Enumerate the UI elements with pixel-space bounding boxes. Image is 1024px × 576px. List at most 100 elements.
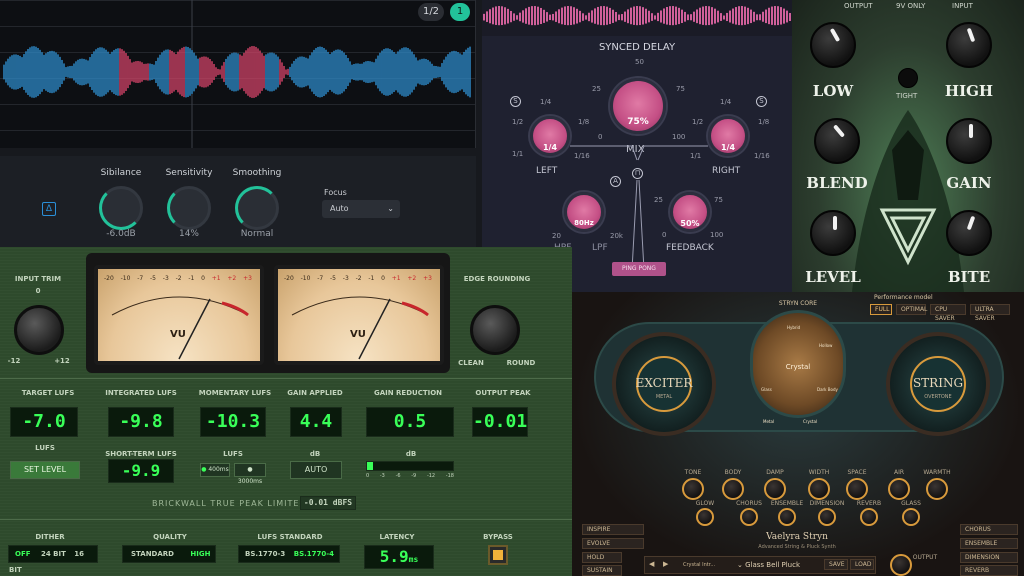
dimension-toggle[interactable]: DIMENSION <box>960 552 1018 563</box>
stryn-fx-label: DIMENSION <box>809 500 845 507</box>
stryn-fx-knob-1[interactable] <box>740 508 758 526</box>
stryn-knob-5[interactable] <box>888 478 910 500</box>
dither-off-option[interactable]: OFF <box>15 550 31 558</box>
bs1770-4-option[interactable]: BS.1770-4 <box>294 550 334 558</box>
brickwall-title: BRICKWALL TRUE PEAK LIMITER <box>152 499 306 508</box>
bs1770-3-option[interactable]: BS.1770-3 <box>245 550 285 558</box>
save-button[interactable]: SAVE <box>824 559 848 570</box>
edge-round-label: ROUND <box>506 359 536 367</box>
ensemble-toggle[interactable]: ENSEMBLE <box>960 538 1018 549</box>
auto-gain-button[interactable]: AUTO <box>290 461 342 479</box>
stryn-core-label: STRYN CORE <box>778 300 818 307</box>
performance-model-label: Performance model <box>874 294 933 301</box>
bite-knob[interactable] <box>946 210 992 256</box>
output-peak-display: -0.01 <box>472 407 528 437</box>
gr-tick: -12 <box>426 473 436 479</box>
delta-listen-icon[interactable]: Δ <box>42 202 56 216</box>
perf-optimal-button[interactable]: OPTIMAL <box>896 304 927 315</box>
exciter-dial[interactable]: EXCITER METAL <box>612 332 716 436</box>
reverb-toggle[interactable]: REVERB <box>960 565 1018 576</box>
preset-name: Glass Bell Pluck <box>745 561 800 569</box>
edge-rounding-label: EDGE ROUNDING <box>463 275 531 283</box>
core-point-label: Hybrid <box>787 325 801 330</box>
stryn-knob-6[interactable] <box>926 478 948 500</box>
smoothing-value: Normal <box>240 229 274 239</box>
vu-tick: -1 <box>368 275 375 282</box>
next-preset-icon[interactable]: ▶ <box>663 560 668 568</box>
dither-24-option[interactable]: 24 BIT <box>41 550 66 558</box>
quality-high-option[interactable]: HIGH <box>190 550 210 558</box>
stryn-knob-0[interactable] <box>682 478 704 500</box>
target-lufs-unit: LUFS <box>35 444 55 452</box>
sibilance-knob[interactable] <box>99 186 143 230</box>
target-lufs-label: TARGET LUFS <box>21 389 75 397</box>
bypass-button[interactable] <box>488 545 508 565</box>
feedback-knob[interactable]: 50% <box>670 192 710 232</box>
output-label: OUTPUT <box>912 554 938 561</box>
stryn-knob-4[interactable] <box>846 478 868 500</box>
feedback-max: 100 <box>710 231 724 239</box>
window-3000-button[interactable]: ● 3000ms <box>234 463 266 485</box>
lpf-auto-badge[interactable]: A <box>610 176 621 187</box>
feedback-label: FEEDBACK <box>666 243 714 253</box>
hold-button[interactable]: HOLD <box>582 552 622 563</box>
stryn-core-dial[interactable]: Crystal Hybrid Glass Hollow Dark Body Me… <box>750 310 846 424</box>
sensitivity-knob[interactable] <box>167 186 211 230</box>
stryn-knob-3[interactable] <box>808 478 830 500</box>
edge-rounding-knob[interactable] <box>470 305 520 355</box>
quality-selector[interactable]: STANDARD HIGH <box>122 545 216 563</box>
ping-pong-button[interactable]: PING PONG <box>612 262 666 276</box>
tight-switch[interactable] <box>898 68 918 88</box>
blend-knob[interactable] <box>814 118 860 164</box>
high-knob[interactable] <box>946 22 992 68</box>
page-one-button[interactable]: 1 <box>450 3 470 21</box>
output-knob[interactable] <box>890 554 912 576</box>
stryn-knob-1[interactable] <box>722 478 744 500</box>
dither-selector[interactable]: OFF 24 BIT 16 BIT <box>8 545 98 574</box>
vu-tick: -20 <box>284 275 294 282</box>
vu-tick: -3 <box>342 275 349 282</box>
chevron-down-icon: ⌄ <box>387 204 394 213</box>
level-knob[interactable] <box>810 210 856 256</box>
stryn-fx-knob-3[interactable] <box>818 508 836 526</box>
vu-tick: -10 <box>300 275 311 282</box>
low-knob[interactable] <box>810 22 856 68</box>
smoothing-knob[interactable] <box>235 186 279 230</box>
gain-applied-display: 4.4 <box>290 407 342 437</box>
gain-knob[interactable] <box>946 118 992 164</box>
preset-category[interactable]: Crystal Intr... <box>683 562 715 568</box>
lufs-standard-selector[interactable]: BS.1770-3 BS.1770-4 <box>238 545 340 563</box>
page-indicator-button[interactable]: 1/2 <box>418 3 444 21</box>
string-dial[interactable]: STRING OVERTONE <box>886 332 990 436</box>
stryn-fx-knob-5[interactable] <box>902 508 920 526</box>
input-trim-knob[interactable] <box>14 305 64 355</box>
gr-fill <box>367 462 373 470</box>
target-lufs-display[interactable]: -7.0 <box>10 407 78 437</box>
perf-ultra-saver-button[interactable]: ULTRA SAVER <box>970 304 1010 322</box>
stryn-fx-knob-2[interactable] <box>778 508 796 526</box>
integrated-lufs-display: -9.8 <box>108 407 174 437</box>
chorus-toggle[interactable]: CHORUS <box>960 524 1018 535</box>
load-button[interactable]: LOAD <box>850 559 874 570</box>
stryn-knob-2[interactable] <box>764 478 786 500</box>
window-400-button[interactable]: ● 400ms <box>200 463 230 477</box>
prev-preset-icon[interactable]: ◀ <box>649 560 654 568</box>
inspire-button[interactable]: INSPIRE <box>582 524 644 535</box>
gr-tick: -6 <box>395 473 401 479</box>
focus-select[interactable]: Auto ⌄ <box>322 200 400 218</box>
sustain-button[interactable]: SUSTAIN <box>582 565 622 576</box>
stryn-fx-knob-0[interactable] <box>696 508 714 526</box>
lpf-knob[interactable]: 80Hz <box>564 192 604 232</box>
focus-select-value: Auto <box>330 204 349 213</box>
set-level-button[interactable]: SET LEVEL <box>10 461 80 479</box>
quality-standard-option[interactable]: STANDARD <box>131 550 174 558</box>
evolve-button[interactable]: EVOLVE <box>582 538 644 549</box>
perf-full-button[interactable]: FULL <box>870 304 892 315</box>
perf-cpu-saver-button[interactable]: CPU SAVER <box>930 304 966 322</box>
stryn-fx-knob-4[interactable] <box>860 508 878 526</box>
vu-tick: -2 <box>175 275 182 282</box>
core-point-label: Dark Body <box>817 387 838 392</box>
ceiling-display[interactable]: -0.01 dBFS <box>300 496 356 510</box>
preset-select[interactable]: ⌄ Glass Bell Pluck <box>737 561 800 569</box>
sibilance-label: Sibilance <box>100 168 142 178</box>
